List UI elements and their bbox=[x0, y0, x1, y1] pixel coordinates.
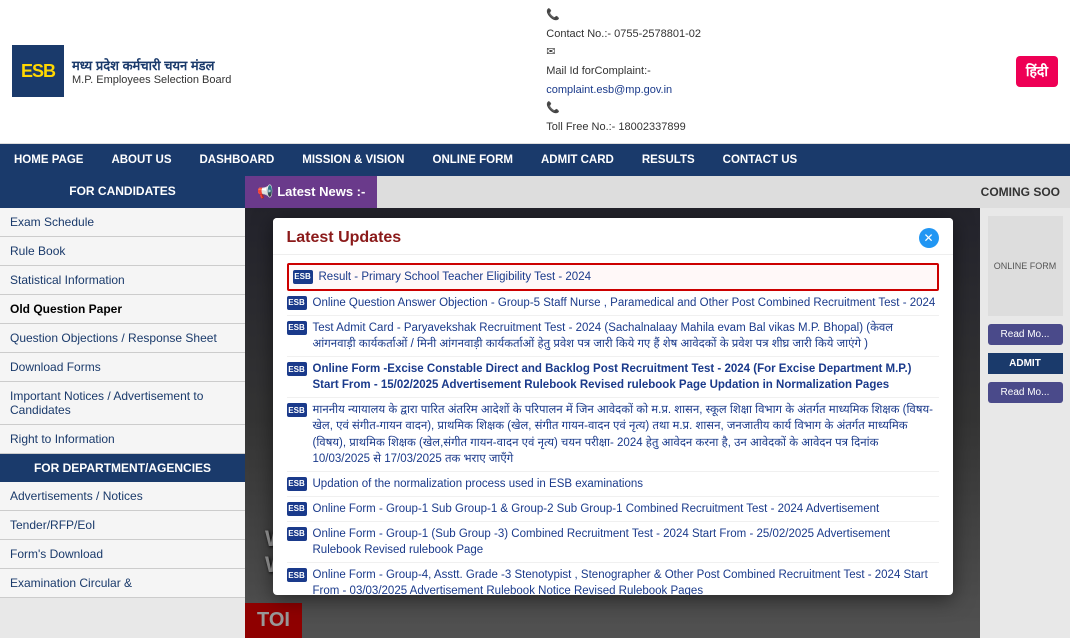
modal-item-4[interactable]: ESB माननीय न्यायालय के द्वारा पारित अंतर… bbox=[287, 398, 939, 471]
modal-close-button[interactable]: ✕ bbox=[919, 228, 939, 248]
nav-home[interactable]: HOME PAGE bbox=[0, 144, 97, 176]
modal-item-1[interactable]: ESB Online Question Answer Objection - G… bbox=[287, 291, 939, 316]
item-icon-4: ESB bbox=[287, 403, 307, 417]
modal-item-0[interactable]: ESB Result - Primary School Teacher Elig… bbox=[287, 263, 939, 291]
org-hindi: मध्य प्रदेश कर्मचारी चयन मंडल bbox=[72, 56, 231, 74]
item-icon-3: ESB bbox=[287, 362, 307, 376]
logo-letters: ESB bbox=[21, 61, 55, 82]
hindi-button[interactable]: हिंदी bbox=[1016, 56, 1058, 87]
center-area: Welco Welcom TOI Latest Updates ✕ ESB Re… bbox=[245, 208, 980, 638]
modal-item-2[interactable]: ESB Test Admit Card - Paryavekshak Recru… bbox=[287, 316, 939, 357]
modal-item-6[interactable]: ESB Online Form - Group-1 Sub Group-1 & … bbox=[287, 497, 939, 522]
item-icon-1: ESB bbox=[287, 296, 307, 310]
sidebar-item-forms-download[interactable]: Form's Download bbox=[0, 540, 245, 569]
modal-backdrop: Latest Updates ✕ ESB Result - Primary Sc… bbox=[245, 208, 980, 638]
sidebar-item-rti[interactable]: Right to Information bbox=[0, 425, 245, 454]
contact-no: 📞 Contact No.:- 0755-2578801-02 bbox=[546, 6, 701, 43]
sidebar-dept-header: FOR DEPARTMENT/AGENCIES bbox=[0, 454, 245, 482]
sidebar-item-download-forms[interactable]: Download Forms bbox=[0, 353, 245, 382]
item-icon-8: ESB bbox=[287, 568, 307, 582]
modal-header: Latest Updates ✕ bbox=[273, 218, 953, 255]
latest-news-header: 📢 Latest News :- bbox=[245, 176, 377, 208]
header: ESB मध्य प्रदेश कर्मचारी चयन मंडल M.P. E… bbox=[0, 0, 1070, 144]
logo-box: ESB bbox=[12, 45, 64, 97]
modal-item-7[interactable]: ESB Online Form - Group-1 (Sub Group -3)… bbox=[287, 522, 939, 563]
item-text-5: Updation of the normalization process us… bbox=[313, 476, 939, 492]
read-more-button-2[interactable]: Read Mo... bbox=[988, 382, 1063, 403]
item-icon-7: ESB bbox=[287, 527, 307, 541]
main-content: Exam Schedule Rule Book Statistical Info… bbox=[0, 208, 1070, 638]
item-text-4: माननीय न्यायालय के द्वारा पारित अंतरिम आ… bbox=[313, 402, 939, 466]
read-more-button-1[interactable]: Read Mo... bbox=[988, 324, 1063, 345]
modal-body: ESB Result - Primary School Teacher Elig… bbox=[273, 255, 953, 595]
sidebar-item-rule-book[interactable]: Rule Book bbox=[0, 237, 245, 266]
sidebar-item-objections[interactable]: Question Objections / Response Sheet bbox=[0, 324, 245, 353]
sidebar-item-statistical[interactable]: Statistical Information bbox=[0, 266, 245, 295]
megaphone-icon: 📢 bbox=[257, 184, 273, 200]
sidebar-item-tender[interactable]: Tender/RFP/EoI bbox=[0, 511, 245, 540]
sidebar-item-exam-circular[interactable]: Examination Circular & bbox=[0, 569, 245, 598]
logo-text: मध्य प्रदेश कर्मचारी चयन मंडल M.P. Emplo… bbox=[72, 56, 231, 86]
modal-item-3[interactable]: ESB Online Form -Excise Constable Direct… bbox=[287, 357, 939, 398]
sub-header: FOR CANDIDATES 📢 Latest News :- COMING S… bbox=[0, 176, 1070, 208]
nav-contact[interactable]: CONTACT US bbox=[709, 144, 812, 176]
item-text-3: Online Form -Excise Constable Direct and… bbox=[313, 361, 939, 393]
main-nav: HOME PAGE ABOUT US DASHBOARD MISSION & V… bbox=[0, 144, 1070, 176]
logo-area: ESB मध्य प्रदेश कर्मचारी चयन मंडल M.P. E… bbox=[12, 45, 231, 97]
item-icon-0: ESB bbox=[293, 270, 313, 284]
modal-item-5[interactable]: ESB Updation of the normalization proces… bbox=[287, 472, 939, 497]
modal-title: Latest Updates bbox=[287, 229, 402, 247]
for-candidates-header: FOR CANDIDATES bbox=[0, 176, 245, 208]
item-text-1: Online Question Answer Objection - Group… bbox=[313, 295, 939, 311]
sidebar-item-adv-notices[interactable]: Advertisements / Notices bbox=[0, 482, 245, 511]
latest-updates-modal: Latest Updates ✕ ESB Result - Primary Sc… bbox=[273, 218, 953, 595]
nav-results[interactable]: RESULTS bbox=[628, 144, 709, 176]
sidebar-item-exam-schedule[interactable]: Exam Schedule bbox=[0, 208, 245, 237]
nav-mission[interactable]: MISSION & VISION bbox=[288, 144, 418, 176]
right-sidebar: ONLINE FORM Read Mo... ADMIT Read Mo... bbox=[980, 208, 1070, 638]
online-form-panel: ONLINE FORM bbox=[988, 216, 1063, 316]
item-icon-5: ESB bbox=[287, 477, 307, 491]
item-text-0: Result - Primary School Teacher Eligibil… bbox=[319, 269, 933, 285]
item-icon-6: ESB bbox=[287, 502, 307, 516]
nav-admit-card[interactable]: ADMIT CARD bbox=[527, 144, 628, 176]
sidebar: Exam Schedule Rule Book Statistical Info… bbox=[0, 208, 245, 638]
item-text-7: Online Form - Group-1 (Sub Group -3) Com… bbox=[313, 526, 939, 558]
toll-free: 📞 Toll Free No.:- 18002337899 bbox=[546, 99, 701, 136]
nav-dashboard[interactable]: DASHBOARD bbox=[186, 144, 289, 176]
sidebar-item-old-question[interactable]: Old Question Paper bbox=[0, 295, 245, 324]
nav-online-form[interactable]: ONLINE FORM bbox=[419, 144, 528, 176]
org-english: M.P. Employees Selection Board bbox=[72, 74, 231, 86]
item-text-8: Online Form - Group-4, Asstt. Grade -3 S… bbox=[313, 567, 939, 595]
mail-info: ✉ Mail Id forComplaint:- complaint.esb@m… bbox=[546, 43, 701, 99]
modal-item-8[interactable]: ESB Online Form - Group-4, Asstt. Grade … bbox=[287, 563, 939, 595]
contact-info: 📞 Contact No.:- 0755-2578801-02 ✉ Mail I… bbox=[546, 6, 701, 137]
admit-label: ADMIT bbox=[988, 353, 1063, 374]
sidebar-item-important-notices[interactable]: Important Notices / Advertisement to Can… bbox=[0, 382, 245, 425]
item-text-2: Test Admit Card - Paryavekshak Recruitme… bbox=[313, 320, 939, 352]
item-text-6: Online Form - Group-1 Sub Group-1 & Grou… bbox=[313, 501, 939, 517]
item-icon-2: ESB bbox=[287, 321, 307, 335]
nav-about[interactable]: ABOUT US bbox=[97, 144, 185, 176]
coming-soon: COMING SOO bbox=[377, 176, 1070, 208]
